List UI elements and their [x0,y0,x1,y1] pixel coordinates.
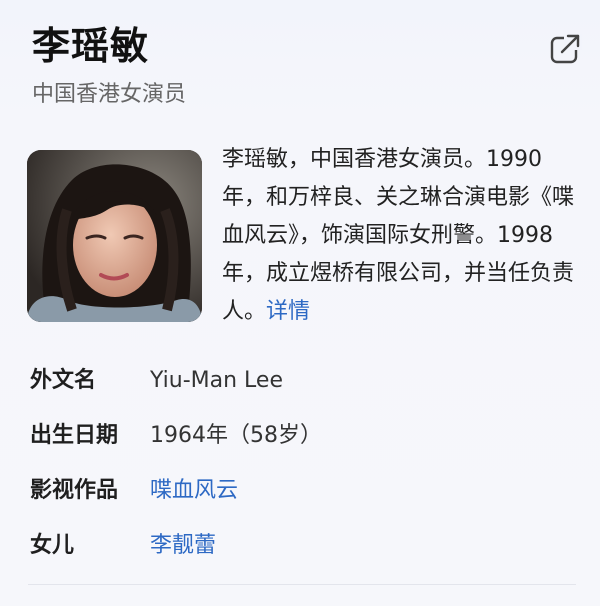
entity-name: 李瑶敏 [32,24,150,68]
portrait-illustration [27,150,202,322]
info-label-birth-date: 出生日期 [30,423,119,448]
portrait-photo[interactable] [27,150,202,322]
bottom-divider [28,584,576,585]
info-value-birth-date: 1964年（58岁） [150,423,322,448]
info-row-works: 影视作品 喋血风云 [30,473,578,509]
summary-text: 李瑶敏，中国香港女演员。1990年，和万梓良、关之琳合演电影《喋血风云》，饰演国… [222,147,575,324]
info-label-works: 影视作品 [30,478,119,503]
info-row-foreign-name: 外文名 Yiu-Man Lee [30,363,578,399]
info-value-daughter-link[interactable]: 李靓蕾 [150,528,216,564]
info-label-daughter: 女儿 [30,533,75,558]
knowledge-card: 李瑶敏 中国香港女演员 李瑶敏，中国香港女演员。1990年，和万梓良、关之琳合演… [0,0,600,606]
info-value-foreign-name: Yiu-Man Lee [150,368,283,393]
info-label-foreign-name: 外文名 [30,368,97,393]
summary-more-link[interactable]: 详情 [266,299,310,324]
info-value-works-link[interactable]: 喋血风云 [150,473,238,509]
share-button[interactable] [548,32,582,66]
summary-text-block: 李瑶敏，中国香港女演员。1990年，和万梓良、关之琳合演电影《喋血风云》，饰演国… [222,141,578,331]
info-row-daughter: 女儿 李靓蕾 [30,528,578,564]
entity-subtitle: 中国香港女演员 [32,82,187,107]
info-row-birth-date: 出生日期 1964年（58岁） [30,418,578,454]
share-external-icon [550,34,582,64]
